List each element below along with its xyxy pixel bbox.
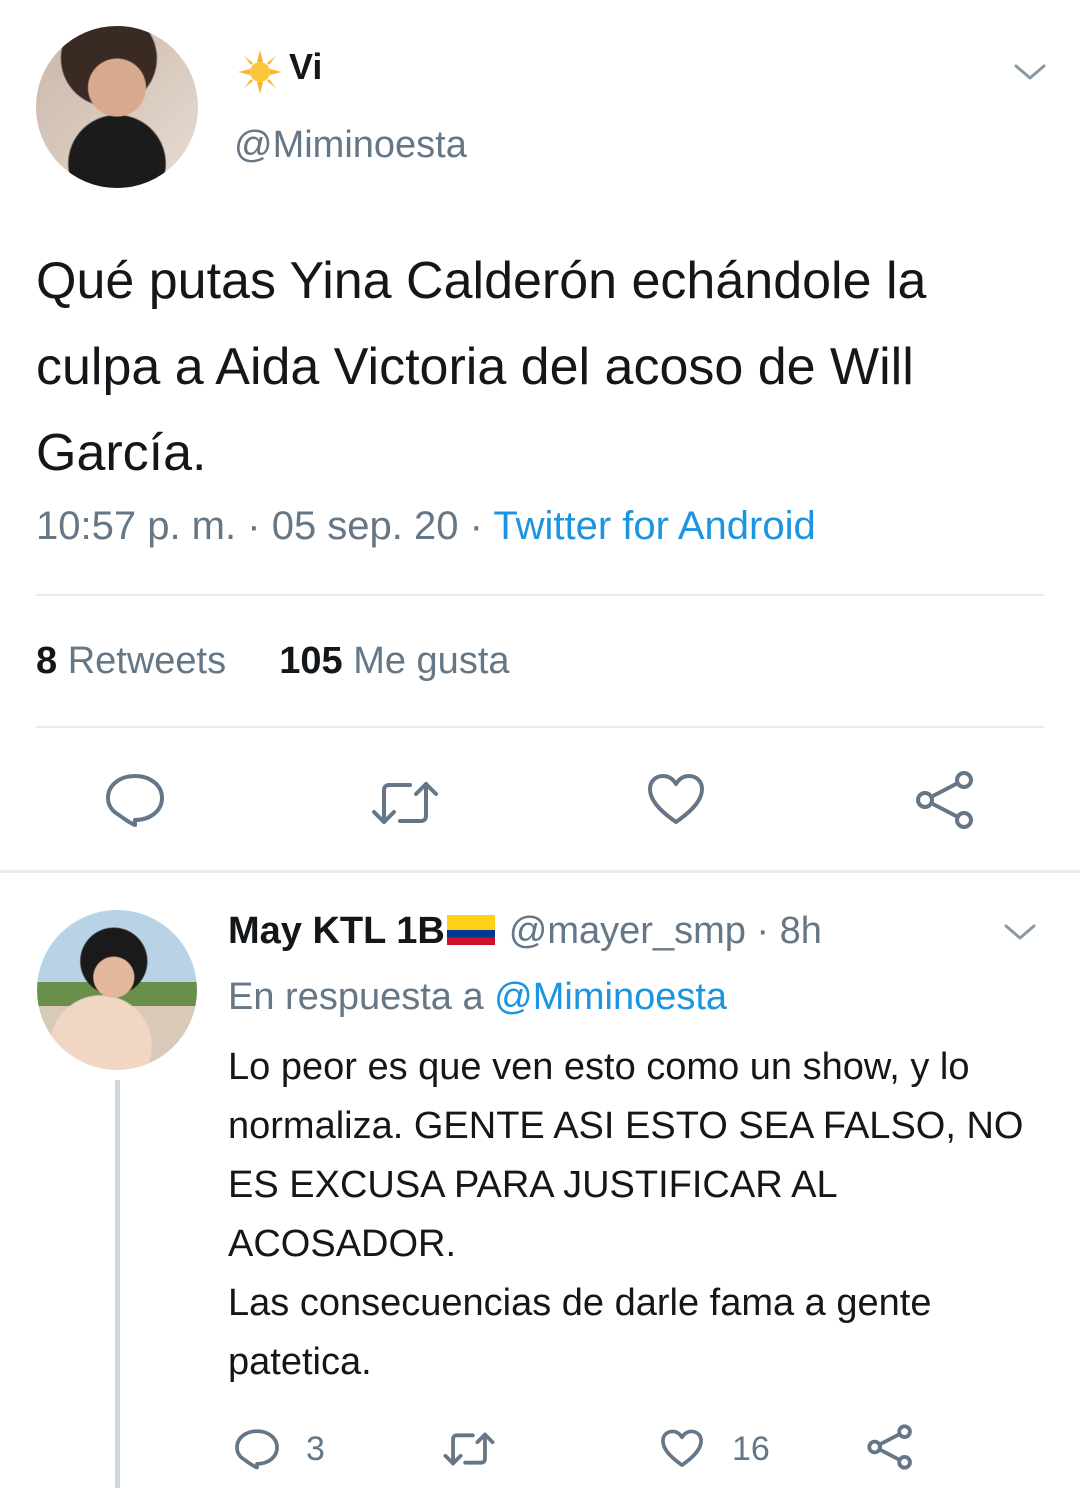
reply-display-name[interactable]: May KTL 1B [228,910,445,952]
tweet-time: 10:57 p. m. [36,504,237,548]
section-separator [0,870,1080,873]
thread-line [115,1080,120,1488]
likes-count: 105 [279,640,343,682]
chevron-down-icon[interactable] [1002,920,1038,944]
reply-age: 8h [779,910,822,952]
likes-label: Me gusta [353,640,510,682]
reply-to-mention[interactable]: @Miminoesta [494,976,727,1018]
divider [36,726,1044,728]
sun-icon [238,50,282,94]
chevron-down-icon[interactable] [1012,60,1048,84]
share-icon[interactable] [866,1424,914,1470]
reply-header: May KTL 1B @mayer_smp · 8h [228,910,822,953]
separator-dot: · [247,504,261,548]
reply-handle[interactable]: @mayer_smp [509,910,746,952]
tweet-meta: 10:57 p. m. · 05 sep. 20 · Twitter for A… [36,504,816,549]
separator-dot: · [469,504,483,548]
reply-icon[interactable] [234,1428,280,1470]
tweet-date: 05 sep. 20 [271,504,459,548]
reply-to-prefix: En respuesta a [228,976,484,1018]
retweets-count: 8 [36,640,58,682]
retweet-icon[interactable] [370,778,440,828]
share-icon[interactable] [914,770,976,830]
retweets-stat[interactable]: 8 Retweets [36,640,226,682]
like-icon[interactable] [660,1428,704,1470]
like-icon[interactable] [646,772,706,828]
tweet-stats: 8 Retweets 105 Me gusta [36,640,510,683]
reply-text: Lo peor es que ven esto como un show, y … [228,1046,1024,1383]
reply-to-line: En respuesta a @Miminoesta [228,976,727,1019]
tweet-text: Qué putas Yina Calderón echándole la cul… [36,252,927,482]
reply-avatar[interactable] [37,910,197,1070]
retweet-icon[interactable] [442,1430,496,1468]
avatar[interactable] [36,26,198,188]
divider [36,594,1044,596]
reply-icon[interactable] [104,772,166,828]
likes-stat[interactable]: 105 Me gusta [279,640,509,682]
retweets-label: Retweets [67,640,227,682]
like-count: 16 [732,1430,770,1468]
tweet-source-link[interactable]: Twitter for Android [493,504,815,548]
separator-dot: · [745,910,780,952]
main-tweet: Vi @Miminoesta Qué putas Yina Calderón e… [0,0,1080,870]
display-name[interactable]: Vi [289,46,322,88]
colombia-flag-icon [446,915,495,945]
user-handle[interactable]: @Miminoesta [234,124,467,167]
reply-count: 3 [306,1430,325,1468]
